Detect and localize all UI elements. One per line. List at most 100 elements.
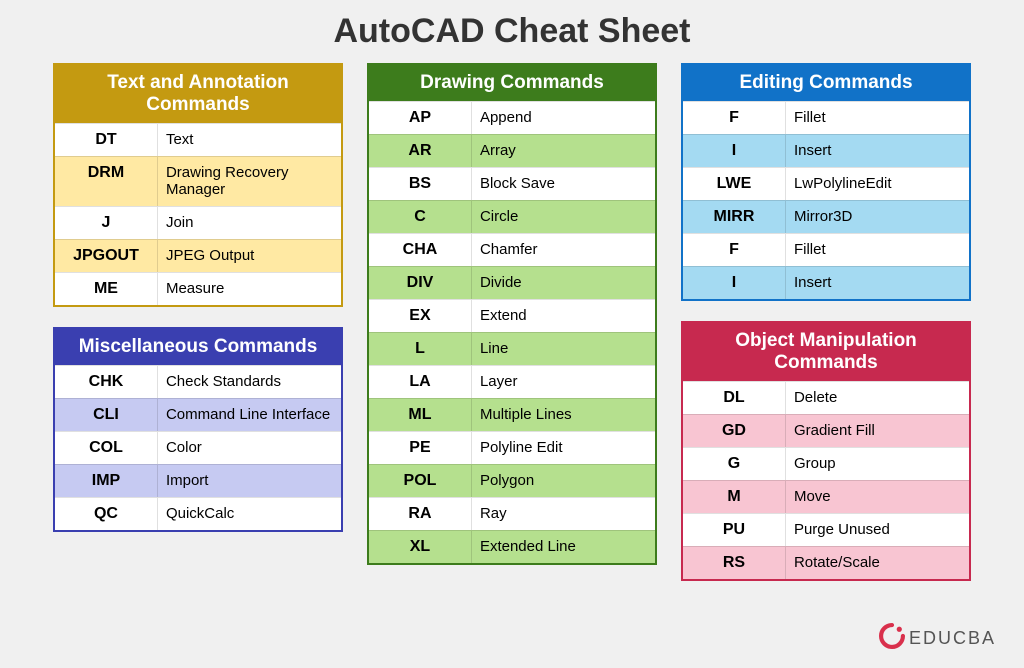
command-code: L (369, 333, 472, 365)
card-body: APAppendARArrayBSBlock SaveCCircleCHACha… (369, 101, 655, 563)
command-description: Fillet (786, 102, 969, 134)
table-row: LLine (369, 332, 655, 365)
command-description: Delete (786, 382, 969, 414)
command-code: JPGOUT (55, 240, 158, 272)
command-description: Insert (786, 267, 969, 299)
card-body: DTTextDRMDrawing Recovery ManagerJJoinJP… (55, 123, 341, 305)
command-code: GD (683, 415, 786, 447)
table-row: IInsert (683, 266, 969, 299)
table-row: PEPolyline Edit (369, 431, 655, 464)
command-description: Fillet (786, 234, 969, 266)
command-description: Layer (472, 366, 655, 398)
card-header: Text and Annotation Commands (55, 65, 341, 123)
table-row: RSRotate/Scale (683, 546, 969, 579)
command-code: ME (55, 273, 158, 305)
command-code: I (683, 267, 786, 299)
command-description: Rotate/Scale (786, 547, 969, 579)
command-description: Polyline Edit (472, 432, 655, 464)
table-row: IMPImport (55, 464, 341, 497)
table-row: DTText (55, 123, 341, 156)
card-miscellaneous: Miscellaneous Commands CHKCheck Standard… (53, 327, 343, 532)
command-code: COL (55, 432, 158, 464)
command-code: F (683, 102, 786, 134)
table-row: ARArray (369, 134, 655, 167)
card-body: CHKCheck StandardsCLICommand Line Interf… (55, 365, 341, 530)
logo-icon (879, 623, 905, 654)
command-description: Color (158, 432, 341, 464)
page-title: AutoCAD Cheat Sheet (36, 12, 988, 51)
table-row: CLICommand Line Interface (55, 398, 341, 431)
command-code: DT (55, 124, 158, 156)
command-code: EX (369, 300, 472, 332)
command-code: ML (369, 399, 472, 431)
command-description: Gradient Fill (786, 415, 969, 447)
command-description: LwPolylineEdit (786, 168, 969, 200)
command-code: I (683, 135, 786, 167)
right-column: Editing Commands FFilletIInsertLWELwPoly… (681, 63, 971, 581)
command-code: G (683, 448, 786, 480)
table-row: QCQuickCalc (55, 497, 341, 530)
card-body: DLDeleteGDGradient FillGGroupMMovePUPurg… (683, 381, 969, 579)
table-row: JJoin (55, 206, 341, 239)
table-row: GDGradient Fill (683, 414, 969, 447)
command-description: Measure (158, 273, 341, 305)
command-code: CLI (55, 399, 158, 431)
command-description: Command Line Interface (158, 399, 341, 431)
command-code: LA (369, 366, 472, 398)
command-description: Block Save (472, 168, 655, 200)
card-drawing: Drawing Commands APAppendARArrayBSBlock … (367, 63, 657, 565)
command-description: Move (786, 481, 969, 513)
table-row: MIRRMirror3D (683, 200, 969, 233)
command-description: Check Standards (158, 366, 341, 398)
command-code: J (55, 207, 158, 239)
command-description: Append (472, 102, 655, 134)
card-body: FFilletIInsertLWELwPolylineEditMIRRMirro… (683, 101, 969, 299)
table-row: APAppend (369, 101, 655, 134)
command-code: XL (369, 531, 472, 563)
command-code: F (683, 234, 786, 266)
table-row: GGroup (683, 447, 969, 480)
table-row: XLExtended Line (369, 530, 655, 563)
card-header: Miscellaneous Commands (55, 329, 341, 365)
command-code: RA (369, 498, 472, 530)
command-code: AP (369, 102, 472, 134)
command-description: QuickCalc (158, 498, 341, 530)
command-code: DIV (369, 267, 472, 299)
table-row: MEMeasure (55, 272, 341, 305)
command-description: Import (158, 465, 341, 497)
command-description: Drawing Recovery Manager (158, 157, 341, 206)
command-description: JPEG Output (158, 240, 341, 272)
table-row: PUPurge Unused (683, 513, 969, 546)
middle-column: Drawing Commands APAppendARArrayBSBlock … (367, 63, 657, 581)
table-row: JPGOUTJPEG Output (55, 239, 341, 272)
table-row: RARay (369, 497, 655, 530)
table-row: FFillet (683, 101, 969, 134)
table-row: CHKCheck Standards (55, 365, 341, 398)
command-code: RS (683, 547, 786, 579)
command-code: CHA (369, 234, 472, 266)
command-description: Join (158, 207, 341, 239)
command-description: Text (158, 124, 341, 156)
left-column: Text and Annotation Commands DTTextDRMDr… (53, 63, 343, 581)
logo-text: EDUCBA (909, 628, 996, 649)
card-text-annotation: Text and Annotation Commands DTTextDRMDr… (53, 63, 343, 307)
command-code: M (683, 481, 786, 513)
table-row: MMove (683, 480, 969, 513)
command-description: Mirror3D (786, 201, 969, 233)
table-row: CCircle (369, 200, 655, 233)
table-row: DIVDivide (369, 266, 655, 299)
command-description: Circle (472, 201, 655, 233)
command-code: AR (369, 135, 472, 167)
table-row: DLDelete (683, 381, 969, 414)
table-row: LALayer (369, 365, 655, 398)
table-row: BSBlock Save (369, 167, 655, 200)
command-code: LWE (683, 168, 786, 200)
command-code: BS (369, 168, 472, 200)
table-row: CHAChamfer (369, 233, 655, 266)
command-code: IMP (55, 465, 158, 497)
command-code: C (369, 201, 472, 233)
table-row: EXExtend (369, 299, 655, 332)
table-row: IInsert (683, 134, 969, 167)
command-description: Line (472, 333, 655, 365)
command-description: Ray (472, 498, 655, 530)
